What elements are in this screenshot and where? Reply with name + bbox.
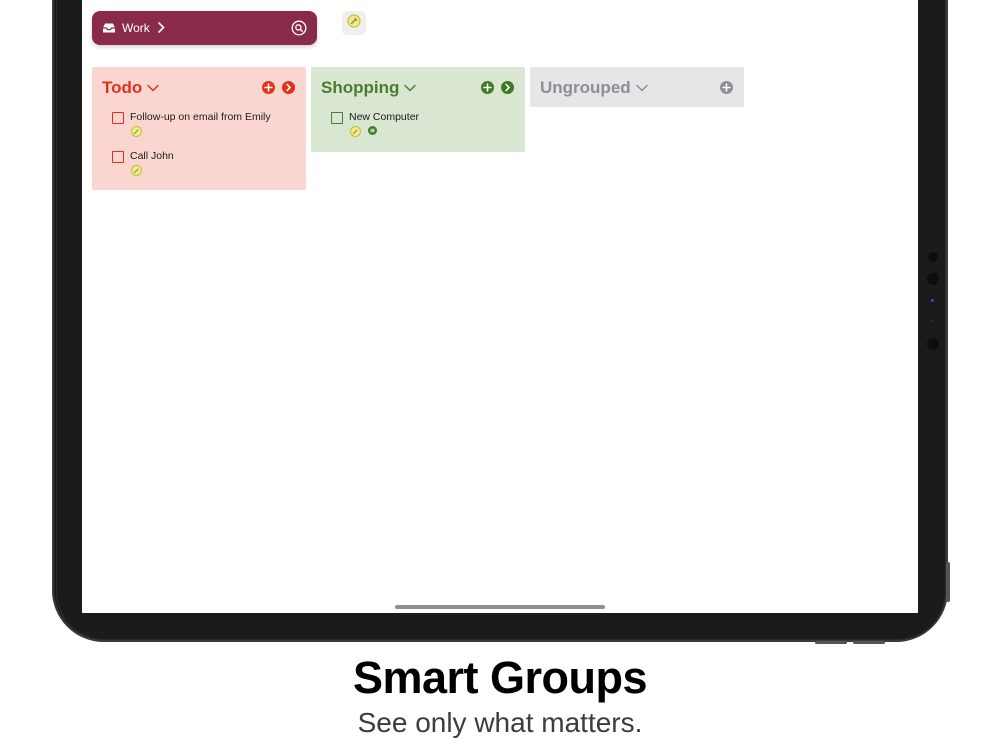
sensor-dot (927, 273, 939, 285)
search-icon[interactable] (291, 20, 307, 36)
group-title[interactable]: Ungrouped (540, 78, 648, 98)
home-indicator[interactable] (395, 605, 605, 609)
chevron-down-icon (147, 84, 160, 92)
chevron-right-icon (286, 83, 292, 92)
task-title: Follow-up on email from Emily (130, 111, 271, 123)
group-title-label: Ungrouped (540, 78, 631, 97)
group-title-label: Todo (102, 78, 143, 97)
add-task-button[interactable] (481, 81, 494, 94)
chevron-right-icon (157, 21, 165, 35)
tag-icon (350, 126, 361, 137)
tag-icon (131, 126, 142, 137)
caption-subtitle: See only what matters. (357, 707, 643, 738)
task-checkbox[interactable] (112, 151, 124, 163)
tag-icon (131, 165, 142, 176)
add-icon (722, 83, 731, 92)
add-icon (483, 83, 492, 92)
app-screen: Work Todo Follow-up on email from Emily … (82, 0, 918, 613)
context-switcher[interactable]: Work (92, 11, 317, 45)
group-title[interactable]: Shopping (321, 78, 417, 98)
chevron-down-icon (404, 84, 417, 92)
add-task-button[interactable] (262, 81, 275, 94)
list-icon (368, 126, 377, 135)
group-ungrouped: Ungrouped (530, 67, 744, 107)
group-title[interactable]: Todo (102, 78, 160, 98)
chevron-down-icon (635, 84, 648, 92)
task-title: Call John (130, 150, 174, 162)
caption-title: Smart Groups (352, 652, 648, 703)
tag-icon (347, 13, 361, 33)
chevron-right-icon (505, 83, 511, 92)
group-shopping: Shopping New Computer (311, 67, 525, 152)
sensor-dot (931, 320, 933, 322)
group-title-label: Shopping (321, 78, 400, 97)
task-checkbox[interactable] (331, 112, 343, 124)
context-label: Work (122, 21, 150, 35)
volume-button (853, 641, 885, 644)
sensor-dot (928, 252, 938, 262)
side-button (946, 562, 950, 602)
camera-dot (927, 338, 939, 350)
open-group-button[interactable] (282, 81, 295, 94)
task-title: New Computer (349, 111, 420, 123)
tag-filter-button[interactable] (342, 11, 366, 35)
volume-button (815, 641, 847, 644)
open-group-button[interactable] (501, 81, 514, 94)
tray-icon (102, 22, 116, 34)
task-checkbox[interactable] (112, 112, 124, 124)
add-icon (264, 83, 273, 92)
sensor-dot (931, 299, 934, 302)
group-todo: Todo Follow-up on email from Emily Call … (92, 67, 306, 190)
add-task-button[interactable] (720, 81, 733, 94)
